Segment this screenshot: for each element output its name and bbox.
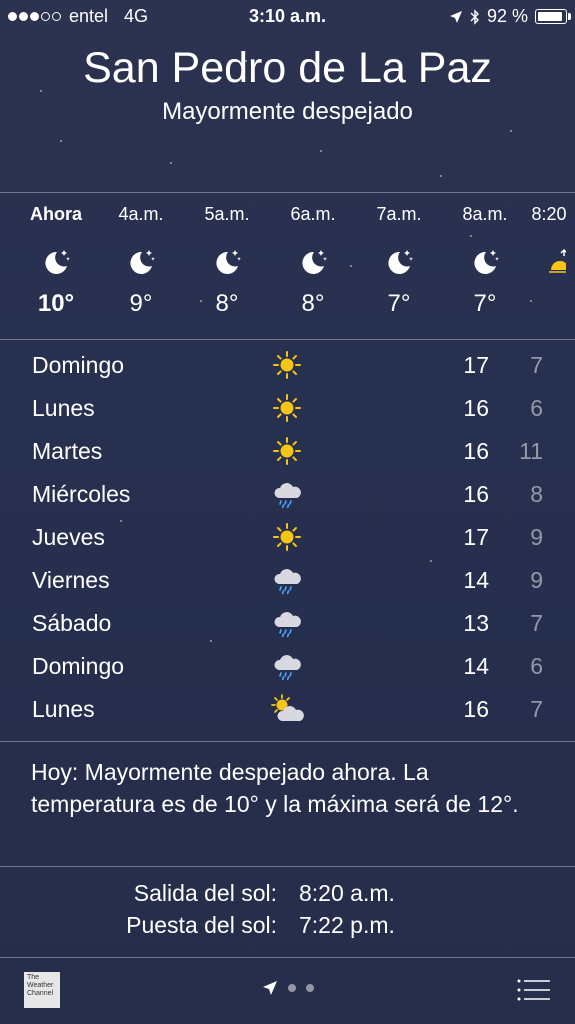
- sunset-label: Puesta del sol:: [126, 912, 277, 938]
- hourly-forecast[interactable]: Ahora 10° 4a.m. 9° 5a.m. 8° 6a.m. 8° 7a.…: [0, 194, 575, 338]
- sun-icon: [273, 523, 301, 551]
- status-bar: entel 4G 3:10 a.m. 92 %: [0, 0, 575, 34]
- day-row: Miércoles 16 8: [0, 473, 575, 516]
- rain-cloud-icon: [274, 612, 301, 638]
- day-name: Lunes: [32, 696, 95, 722]
- day-high: 13: [463, 610, 489, 636]
- hour-temp: 10°: [37, 290, 75, 317]
- divider: [0, 741, 575, 742]
- status-right: 92 %: [449, 6, 571, 27]
- day-low: 7: [530, 610, 543, 636]
- day-row: Domingo 14 6: [0, 645, 575, 688]
- day-low: 11: [519, 438, 543, 464]
- bluetooth-icon: [470, 8, 479, 25]
- day-name: Martes: [32, 438, 103, 464]
- day-high: 17: [463, 524, 489, 550]
- day-name: Sábado: [32, 610, 112, 636]
- day-row: Lunes 16 7: [0, 688, 575, 731]
- moon-stars-icon: [388, 250, 413, 274]
- day-low: 9: [530, 524, 543, 550]
- rain-cloud-icon: [274, 569, 301, 595]
- weather-channel-logo[interactable]: The Weather Channel: [24, 972, 60, 1008]
- day-name: Viernes: [32, 567, 110, 593]
- day-name: Miércoles: [32, 481, 131, 507]
- day-low: 6: [530, 653, 543, 679]
- rain-cloud-icon: [274, 655, 301, 681]
- hour-label: 4a.m.: [118, 204, 164, 224]
- sunrise-value: 8:20 a.m.: [299, 880, 395, 906]
- hour-label: 8:20: [531, 204, 567, 224]
- partly-cloudy-icon: [271, 694, 304, 721]
- day-high: 17: [463, 352, 489, 378]
- hour-temp: 8°: [301, 290, 325, 317]
- page-dot-icon: [306, 984, 314, 992]
- list-icon[interactable]: [517, 978, 551, 1002]
- divider: [0, 339, 575, 340]
- day-low: 7: [530, 352, 543, 378]
- page-dot-icon: [288, 984, 296, 992]
- hour-item: 8:20: [509, 194, 575, 290]
- sun-icon: [273, 394, 301, 422]
- location-arrow-icon: [449, 10, 462, 23]
- current-condition: Mayormente despejado: [162, 98, 413, 125]
- hour-label: 7a.m.: [376, 204, 422, 224]
- sun-icon: [273, 351, 301, 379]
- hour-item: 6a.m. 8°: [273, 194, 353, 318]
- sunrise-icon: [549, 248, 566, 273]
- hour-label: 5a.m.: [204, 204, 250, 224]
- sunrise-label: Salida del sol:: [133, 880, 277, 906]
- day-low: 9: [530, 567, 543, 593]
- moon-stars-icon: [45, 250, 70, 274]
- day-row: Domingo 17 7: [0, 344, 575, 387]
- hour-item: 4a.m. 9°: [101, 194, 181, 318]
- day-high: 16: [463, 481, 489, 507]
- day-low: 6: [530, 395, 543, 421]
- divider: [0, 192, 575, 193]
- sunrise-row: Salida del sol: 8:20 a.m.: [0, 878, 575, 910]
- hour-label: 6a.m.: [290, 204, 336, 224]
- day-name: Jueves: [32, 524, 105, 550]
- hour-item: 5a.m. 8°: [187, 194, 267, 318]
- sunset-value: 7:22 p.m.: [299, 912, 395, 938]
- daily-forecast: Domingo 17 7 Lunes 16 6 Martes 16 11 Mié…: [0, 344, 575, 731]
- day-high: 16: [463, 438, 489, 464]
- divider: [0, 866, 575, 867]
- day-high: 14: [463, 567, 489, 593]
- day-row: Lunes 16 6: [0, 387, 575, 430]
- city-name: San Pedro de La Paz: [83, 44, 492, 92]
- moon-stars-icon: [474, 250, 499, 274]
- day-high: 14: [463, 653, 489, 679]
- hour-temp: 7°: [473, 290, 497, 317]
- day-low: 8: [530, 481, 543, 507]
- day-high: 16: [463, 395, 489, 421]
- day-name: Lunes: [32, 395, 95, 421]
- hour-item: 7a.m. 7°: [359, 194, 439, 318]
- moon-stars-icon: [302, 250, 327, 274]
- day-row: Martes 16 11: [0, 430, 575, 473]
- hour-temp: 9°: [129, 290, 153, 317]
- day-row: Viernes 14 9: [0, 559, 575, 602]
- battery-icon: [535, 9, 571, 24]
- sun-icon: [273, 437, 301, 465]
- day-row: Sábado 13 7: [0, 602, 575, 645]
- today-summary: Hoy: Mayormente despejado ahora. La temp…: [31, 759, 519, 817]
- hour-temp: 8°: [215, 290, 239, 317]
- day-name: Domingo: [32, 653, 125, 679]
- hour-label: Ahora: [29, 204, 82, 224]
- page-indicator[interactable]: [262, 980, 314, 996]
- day-row: Jueves 17 9: [0, 516, 575, 559]
- hour-item: Ahora 10°: [16, 194, 96, 318]
- day-high: 16: [463, 696, 489, 722]
- location-arrow-icon: [263, 981, 277, 995]
- sun-times: Salida del sol: 8:20 a.m. Puesta del sol…: [0, 878, 575, 942]
- day-low: 7: [530, 696, 543, 722]
- bottom-toolbar: The Weather Channel: [0, 958, 575, 1024]
- moon-stars-icon: [130, 250, 155, 274]
- sunset-row: Puesta del sol: 7:22 p.m.: [0, 910, 575, 942]
- day-name: Domingo: [32, 352, 125, 378]
- battery-percent: 92 %: [486, 6, 528, 26]
- moon-stars-icon: [216, 250, 241, 274]
- rain-cloud-icon: [274, 483, 301, 509]
- hour-temp: 7°: [387, 290, 411, 317]
